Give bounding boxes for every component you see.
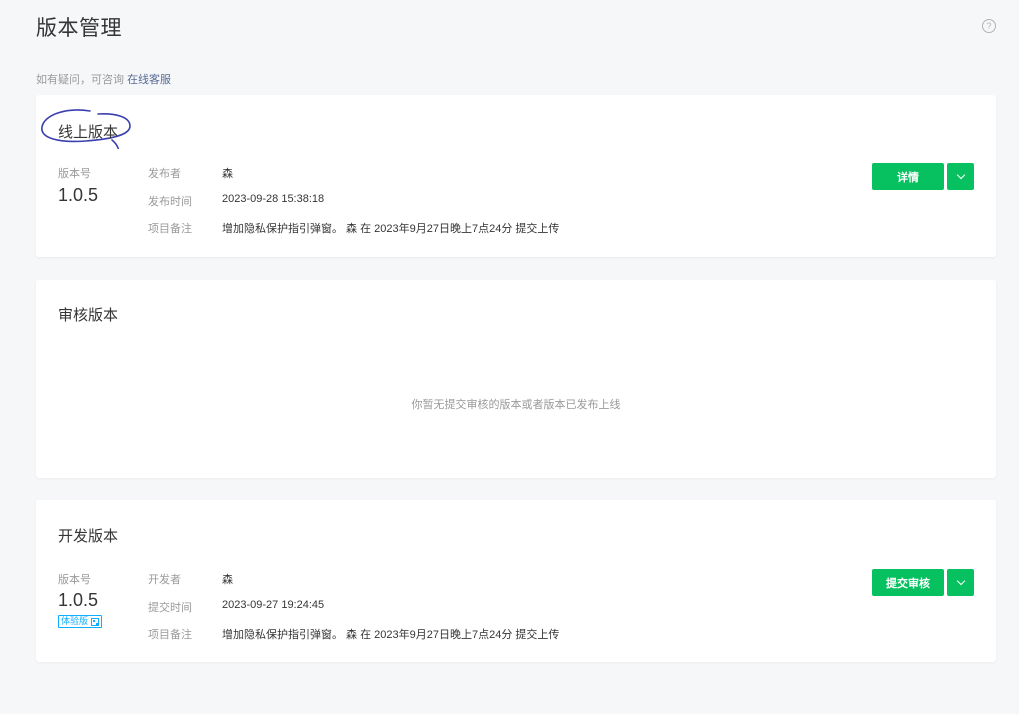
developer-value: 森: [222, 574, 233, 586]
review-empty-message: 你暂无提交审核的版本或者版本已发布上线: [411, 399, 621, 411]
dev-more-dropdown[interactable]: [947, 569, 974, 596]
details-button[interactable]: 详情: [872, 163, 944, 190]
remark-label: 项目备注: [148, 629, 192, 641]
page-title: 版本管理: [36, 17, 122, 40]
developer-label: 开发者: [148, 574, 181, 586]
chevron-down-icon: [956, 576, 965, 586]
submit-time-value: 2023-09-27 19:24:45: [222, 599, 325, 611]
qrcode-icon: [91, 617, 100, 626]
submit-review-button[interactable]: 提交审核: [872, 569, 944, 596]
remark-value: 增加隐私保护指引弹窗。 森 在 2023年9月27日晚上7点24分 提交上传: [222, 629, 560, 641]
version-number: 1.0.5: [58, 185, 99, 205]
review-version-title: 审核版本: [58, 307, 119, 324]
notice: 如有疑问，可咨询 在线客服: [36, 71, 171, 87]
dev-version-card: 开发版本 版本号 1.0.5 体验版 开发者 森 提交时间 2023-09-27…: [36, 500, 996, 662]
version-number: 1.0.5: [58, 590, 99, 610]
version-management-page: 版本管理 ? 如有疑问，可咨询 在线客服 线上版本 版本号 1.0.5 发布者 …: [0, 0, 1019, 714]
publish-time-value: 2023-09-28 15:38:18: [222, 193, 325, 205]
version-label: 版本号: [58, 574, 91, 586]
help-icon[interactable]: ?: [982, 19, 996, 33]
dev-version-title: 开发版本: [58, 528, 119, 545]
remark-value: 增加隐私保护指引弹窗。 森 在 2023年9月27日晚上7点24分 提交上传: [222, 223, 560, 235]
review-version-card: 审核版本 你暂无提交审核的版本或者版本已发布上线: [36, 280, 996, 478]
trial-version-badge[interactable]: 体验版: [58, 615, 103, 628]
chevron-down-icon: [956, 170, 965, 180]
online-support-link[interactable]: 在线客服: [127, 74, 171, 86]
remark-label: 项目备注: [148, 223, 192, 235]
trial-badge-label: 体验版: [61, 616, 89, 626]
publish-time-label: 发布时间: [148, 196, 192, 208]
notice-text: 如有疑问，可咨询: [36, 74, 124, 86]
publisher-label: 发布者: [148, 168, 181, 180]
version-label: 版本号: [58, 168, 91, 180]
online-version-card: 线上版本 版本号 1.0.5 发布者 森 发布时间 2023-09-28 15:…: [36, 95, 996, 257]
online-version-title: 线上版本: [58, 124, 119, 141]
online-more-dropdown[interactable]: [947, 163, 974, 190]
submit-time-label: 提交时间: [148, 602, 192, 614]
publisher-value: 森: [222, 168, 233, 180]
